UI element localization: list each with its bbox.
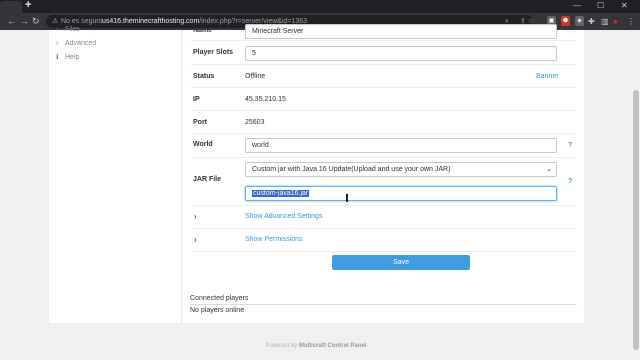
no-players-text: No players online (190, 307, 245, 314)
extensions-puzzle-icon[interactable]: ✚ (588, 14, 595, 29)
connected-players-header: Connected players (190, 293, 577, 305)
form-row-jar-file: JAR File Custom.jar with Java 16 Update(… (190, 158, 576, 206)
jar-help-icon[interactable]: ? (568, 178, 572, 185)
show-permissions-link[interactable]: Show Permissions (245, 236, 303, 243)
maximize-button[interactable]: ☐ (597, 0, 604, 11)
sidebar-item-label: Advanced (65, 40, 97, 47)
ip-label: IP (193, 96, 200, 103)
form-row-permissions: › Show Permissions (190, 229, 576, 252)
world-label: World (193, 141, 213, 148)
scrollbar-thumb[interactable] (633, 90, 639, 350)
new-tab-button[interactable]: + (25, 0, 31, 12)
name-label: Name (193, 27, 213, 34)
profile-avatar-icon[interactable]: ● (613, 14, 618, 29)
url-host: us416.theminecrafthosting.com (102, 18, 200, 25)
status-value: Offline (245, 73, 266, 80)
footer-product-link[interactable]: Multicraft Control Panel (299, 343, 367, 349)
name-input[interactable]: Minecraft Server (245, 24, 557, 39)
chevron-right-icon: › (56, 26, 59, 33)
custom-jar-input-value: custom-java16.jar (252, 190, 310, 197)
info-icon: ℹ (56, 54, 59, 61)
jar-file-label: JAR File (193, 176, 222, 183)
sidebar: › Files › Advanced ℹ Help (49, 26, 182, 323)
chevron-down-icon: ⌄ (546, 166, 552, 173)
jar-file-select[interactable]: Custom.jar with Java 16 Update(Upload an… (245, 162, 557, 177)
menu-icon[interactable]: ⋮ (627, 14, 635, 29)
text-cursor-icon (346, 194, 348, 202)
extension-icon[interactable]: ◈ (575, 16, 584, 26)
ip-value: 45.35.210.15 (245, 96, 286, 103)
chevron-right-icon[interactable]: › (194, 235, 197, 244)
chevron-right-icon: › (56, 40, 59, 47)
world-help-icon[interactable]: ? (568, 142, 572, 149)
save-button[interactable]: Save (332, 255, 470, 270)
player-slots-label: Player Slots (193, 49, 234, 56)
sidebar-item-advanced[interactable]: › Advanced (56, 38, 96, 50)
banner-link[interactable]: Banner (536, 73, 559, 80)
sidebar-item-label: Files (65, 26, 80, 33)
jar-file-select-value: Custom.jar with Java 16 Update(Upload an… (252, 166, 451, 173)
footer: Powered by Multicraft Control Panel (0, 343, 632, 349)
status-label: Status (193, 73, 215, 80)
form-row-port: Port 25603 (190, 111, 576, 134)
minimize-button[interactable]: — (573, 0, 581, 11)
forward-icon[interactable]: → (20, 14, 29, 29)
port-value: 25603 (245, 119, 265, 126)
page-content: › Files › Advanced ℹ Help Name Minecraft Se… (0, 24, 632, 360)
form-row-player-slots: Player Slots 5 (190, 41, 576, 65)
sidebar-item-help[interactable]: ℹ Help (56, 52, 79, 64)
world-input[interactable]: world (245, 138, 557, 153)
browser-tab[interactable] (0, 1, 22, 13)
main-panel: › Files › Advanced ℹ Help Name Minecraft Se… (49, 24, 584, 323)
sidebar-item-files[interactable]: › Files (56, 24, 80, 36)
close-window-button[interactable]: ✕ (621, 0, 628, 11)
player-slots-input[interactable]: 5 (245, 46, 557, 61)
form-row-name: Name Minecraft Server (190, 22, 576, 41)
show-advanced-settings-link[interactable]: Show Advanced Settings (245, 213, 322, 220)
tab-strip: + — ☐ ✕ (0, 0, 640, 13)
page-scrollbar[interactable] (632, 30, 640, 360)
form-row-advanced: › Show Advanced Settings (190, 206, 576, 229)
port-label: Port (193, 119, 207, 126)
side-panel-icon[interactable]: ▥ (601, 14, 609, 29)
back-icon[interactable]: ← (7, 14, 16, 29)
sidebar-item-label: Help (65, 54, 80, 61)
form-row-world: World world ? (190, 134, 576, 158)
chevron-right-icon[interactable]: › (194, 212, 197, 221)
reload-icon[interactable]: ↻ (32, 14, 40, 29)
custom-jar-input[interactable]: custom-java16.jar (245, 186, 557, 201)
form-row-status: Status Offline Banner (190, 65, 576, 88)
form-row-ip: IP 45.35.210.15 (190, 88, 576, 111)
footer-prefix: Powered by (265, 343, 298, 349)
